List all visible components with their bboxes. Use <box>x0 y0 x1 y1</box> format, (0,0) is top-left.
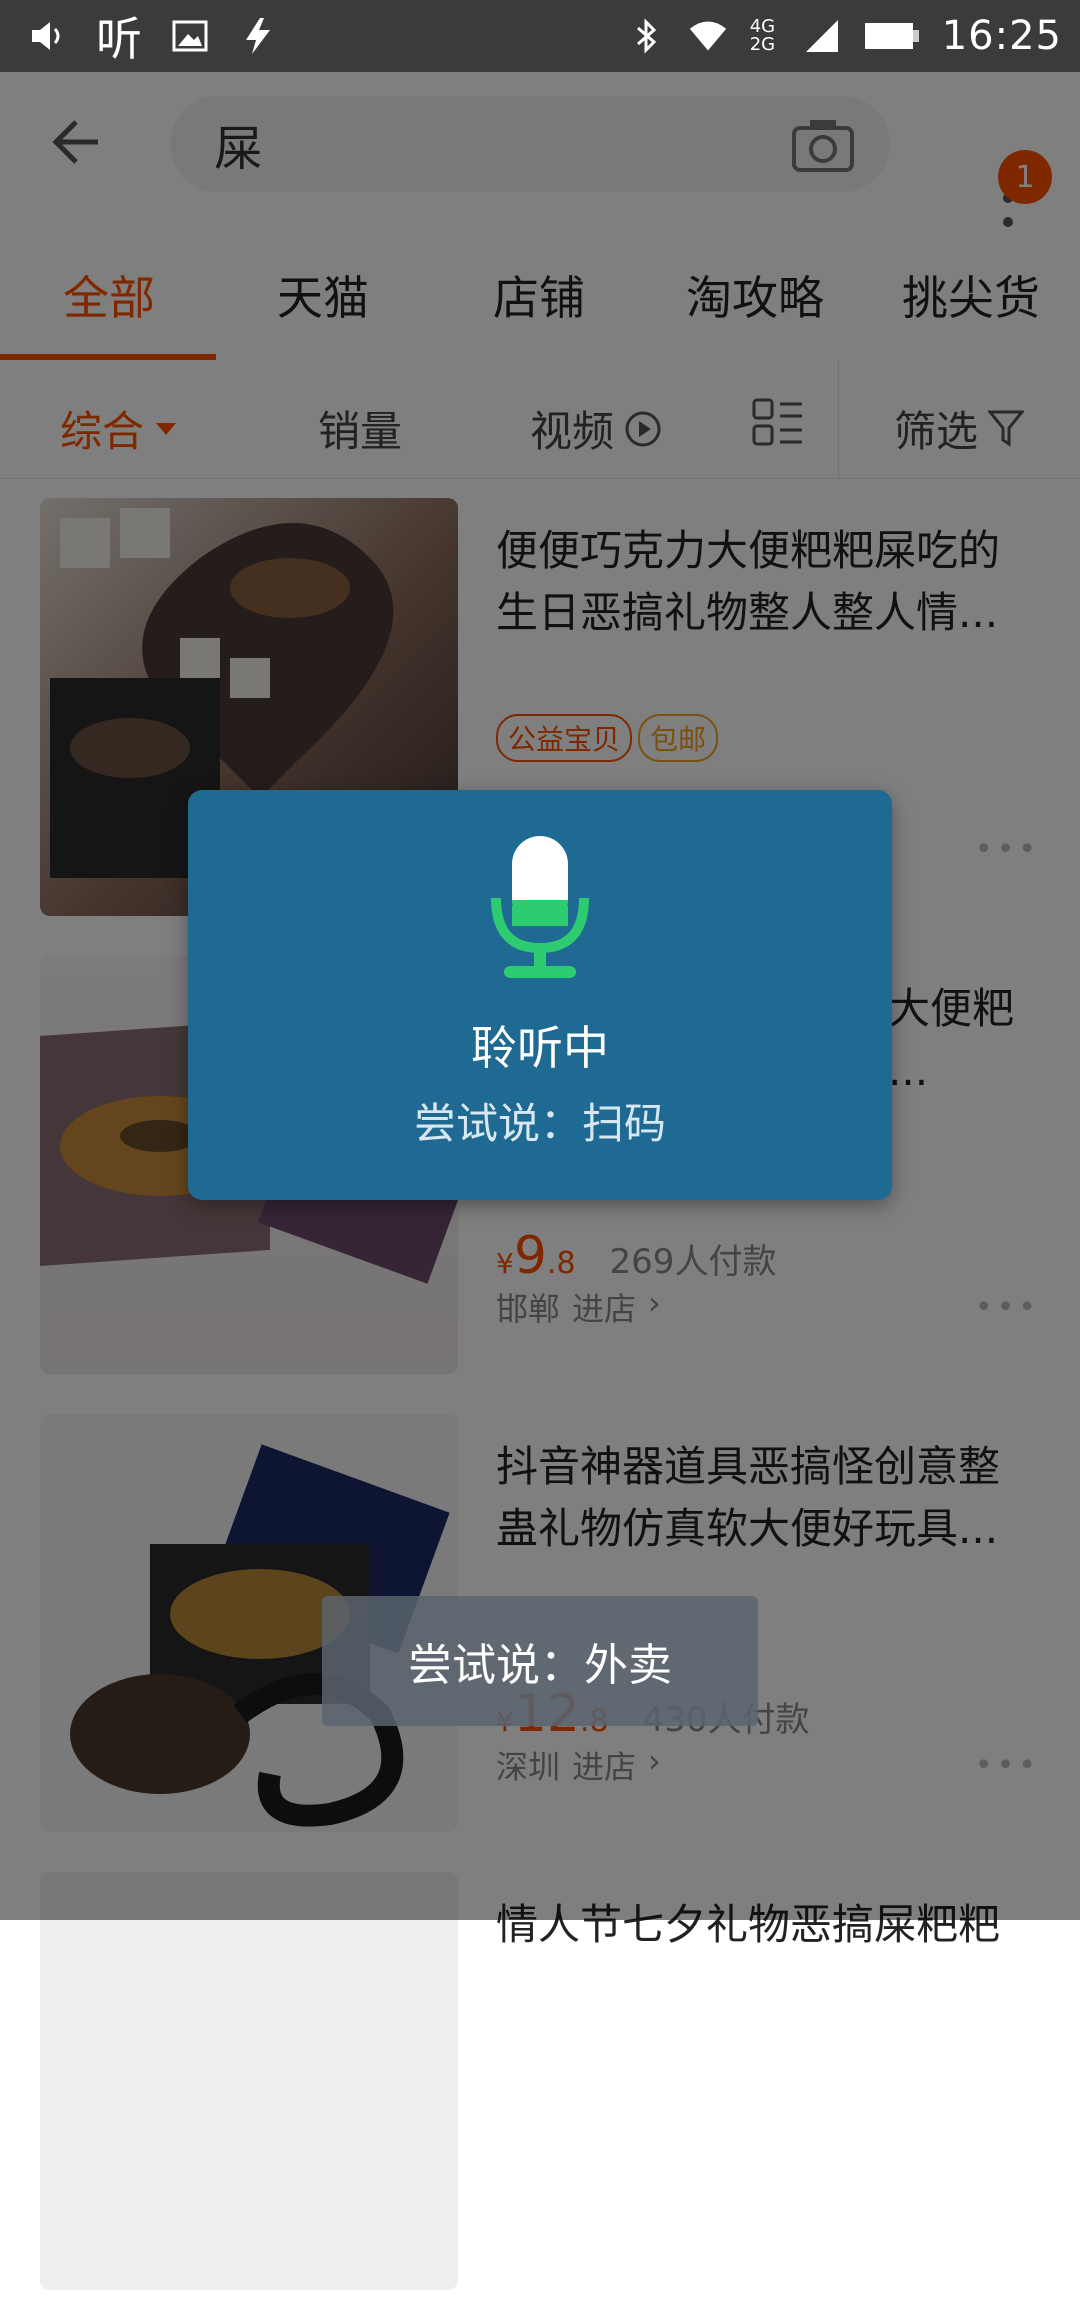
signal-icon <box>802 16 842 56</box>
volume-icon <box>28 16 68 56</box>
hint-toast: 尝试说：外卖 <box>322 1596 758 1726</box>
listening-status: 聆听中 <box>471 1021 609 1075</box>
list-item[interactable]: 情人节七夕礼物恶搞屎粑粑 <box>0 1852 1080 2310</box>
flash-icon <box>238 16 278 56</box>
product-image <box>40 1872 458 2290</box>
bluetooth-icon <box>626 16 666 56</box>
microphone-icon[interactable] <box>490 836 590 986</box>
image-icon <box>170 16 210 56</box>
voice-hint: 尝试说：扫码 <box>413 1099 666 1148</box>
wifi-icon <box>688 16 728 56</box>
listen-icon: 听 <box>96 12 142 66</box>
status-bar: 听 4G 2G 16:25 <box>0 0 1080 72</box>
signal-label: 4G 2G <box>749 16 776 55</box>
clock: 16:25 <box>941 13 1062 59</box>
battery-icon <box>864 16 920 56</box>
voice-search-dialog: 聆听中 尝试说：扫码 <box>188 790 892 1200</box>
